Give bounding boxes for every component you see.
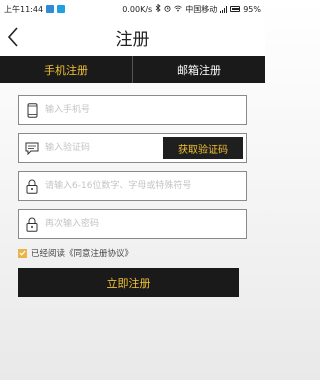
bluetooth-icon <box>155 3 161 14</box>
phone-field <box>18 95 247 125</box>
page-title: 注册 <box>115 29 150 50</box>
tab-phone-register[interactable]: 手机注册 <box>0 56 132 83</box>
app-notification-icon <box>46 5 55 13</box>
tab-email-register[interactable]: 邮箱注册 <box>132 56 265 83</box>
register-tabs: 手机注册 邮箱注册 <box>0 56 265 83</box>
message-icon <box>19 134 45 162</box>
status-time: 上午11:44 <box>4 4 44 14</box>
phone-icon <box>19 96 45 124</box>
app-notification-icon-2 <box>57 5 66 13</box>
status-left: 上午11:44 <box>4 4 66 15</box>
network-speed: 0.00K/s <box>122 4 153 14</box>
chevron-left-icon[interactable] <box>6 26 20 48</box>
agreement-row: 已经阅读《同意注册协议》 <box>18 247 247 259</box>
alarm-icon <box>164 5 171 14</box>
lock-icon <box>19 172 45 200</box>
status-bar: 上午11:44 0.00K/s 中国移动 95% <box>0 0 265 18</box>
register-form: 获取验证码 已经阅读《同意注册协议》 立即注册 <box>0 83 265 297</box>
signal-icon <box>220 5 228 13</box>
agree-checkbox[interactable] <box>18 248 27 258</box>
get-code-button[interactable]: 获取验证码 <box>163 137 243 159</box>
register-button[interactable]: 立即注册 <box>18 268 239 297</box>
battery-icon <box>230 6 241 12</box>
wifi-icon <box>174 5 182 14</box>
code-field: 获取验证码 <box>18 133 247 163</box>
phone-input[interactable] <box>45 97 246 123</box>
password-input[interactable] <box>45 173 246 199</box>
battery-level: 95% <box>243 4 261 14</box>
agreement-text[interactable]: 已经阅读《同意注册协议》 <box>31 247 133 259</box>
nav-bar: 注册 <box>0 18 265 56</box>
confirm-password-field <box>18 209 247 239</box>
status-right: 0.00K/s 中国移动 95% <box>122 3 261 15</box>
carrier-name: 中国移动 <box>185 4 218 14</box>
password-field <box>18 171 247 201</box>
confirm-password-input[interactable] <box>45 211 246 237</box>
lock-icon <box>19 210 45 238</box>
